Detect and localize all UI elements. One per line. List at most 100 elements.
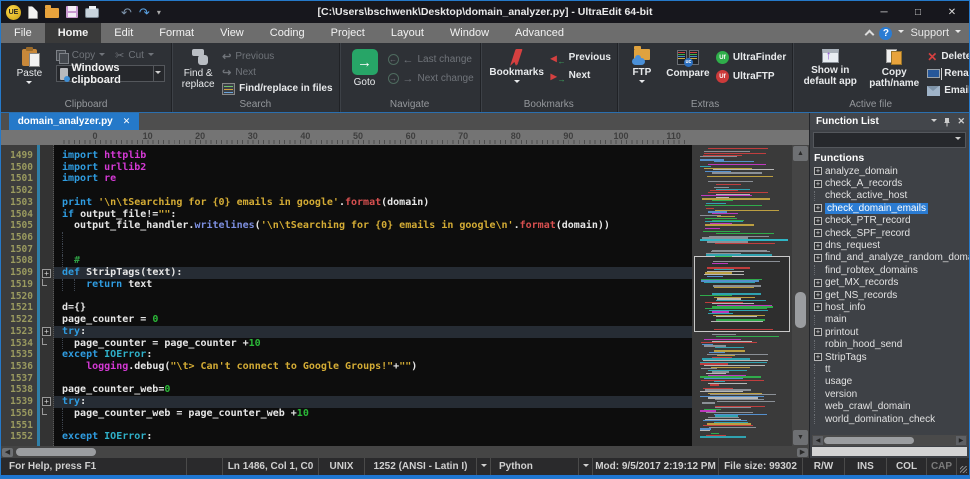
close-button[interactable]: ✕: [935, 1, 969, 23]
find-in-files-button[interactable]: Find/replace in files: [222, 82, 333, 95]
code-editor[interactable]: 1499 1500 1501 1502 1503 1504 1505 1506 1507 1508…: [1, 145, 809, 446]
function-item-dns_request[interactable]: + dns_request: [814, 239, 969, 251]
code-line[interactable]: d={}: [54, 302, 692, 314]
find-replace-button[interactable]: Find & replace: [178, 47, 218, 90]
function-item-main[interactable]: main: [814, 314, 969, 326]
code-line[interactable]: import urllib2: [54, 162, 692, 174]
redo-icon[interactable]: ↷: [139, 6, 150, 19]
open-file-icon[interactable]: [45, 5, 59, 18]
menu-layout[interactable]: Layout: [378, 23, 437, 43]
bookmark-next-button[interactable]: ▸ → Next: [551, 69, 611, 84]
menu-view[interactable]: View: [207, 23, 257, 43]
expand-icon[interactable]: +: [814, 167, 822, 176]
function-item-StripTags[interactable]: + StripTags: [814, 351, 969, 363]
customize-toolbar-icon[interactable]: ▾: [157, 8, 161, 17]
code-line[interactable]: except IOError:: [54, 349, 692, 361]
save-icon[interactable]: [66, 6, 78, 18]
code-text-area[interactable]: import httplib import urllib2 import re pri…: [54, 145, 692, 446]
menu-project[interactable]: Project: [318, 23, 378, 43]
function-item-check_active_host[interactable]: check_active_host: [814, 190, 969, 202]
last-change-button[interactable]: ← ← Last change: [387, 53, 474, 66]
status-dropdown-icon[interactable]: [579, 458, 593, 475]
paste-button[interactable]: Paste: [7, 47, 52, 87]
status-mod[interactable]: Mod: 9/5/2017 2:19:12 PM: [593, 458, 719, 475]
code-line[interactable]: import httplib: [54, 150, 692, 162]
status-unix[interactable]: UNIX: [319, 458, 365, 475]
bookmarks-button[interactable]: Bookmarks: [487, 47, 547, 86]
resize-grip[interactable]: [957, 458, 969, 475]
function-item-printout[interactable]: + printout: [814, 326, 969, 338]
panel-scroll-left-icon[interactable]: ◀: [813, 436, 823, 445]
fold-expand-icon[interactable]: +: [40, 267, 53, 279]
status-r/w[interactable]: R/W: [803, 458, 845, 475]
ftp-button[interactable]: FTP: [624, 46, 660, 86]
collapse-ribbon-icon[interactable]: [865, 29, 875, 40]
function-list-header[interactable]: Function List ✕: [810, 113, 969, 130]
scroll-down-icon[interactable]: ▼: [793, 430, 808, 445]
status-1252[interactable]: 1252 (ANSI - Latin I): [365, 458, 477, 475]
show-in-default-app-button[interactable]: Show in default app: [799, 47, 861, 87]
status-cap[interactable]: CAP: [927, 458, 957, 475]
function-filter-dropdown[interactable]: [813, 132, 966, 148]
function-item-world_domination_check[interactable]: world_domination_check: [814, 413, 969, 425]
function-item-check_domain_emails[interactable]: + check_domain_emails: [814, 202, 969, 214]
goto-button[interactable]: → Goto: [346, 47, 384, 88]
menu-edit[interactable]: Edit: [101, 23, 146, 43]
status-dropdown-icon[interactable]: [477, 458, 491, 475]
function-item-host_info[interactable]: + host_info: [814, 301, 969, 313]
code-line[interactable]: page_counter_web = page_counter_web +10: [54, 407, 692, 420]
menu-file[interactable]: File: [1, 23, 45, 43]
status-python[interactable]: Python: [491, 458, 579, 475]
code-line[interactable]: page_counter_web=0: [54, 384, 692, 396]
compare-button[interactable]: uc Compare: [664, 47, 712, 79]
undo-icon[interactable]: ↶: [121, 6, 132, 19]
code-line[interactable]: try:: [54, 396, 692, 408]
code-line[interactable]: #: [54, 255, 692, 268]
function-item-check_SPF_record[interactable]: + check_SPF_record: [814, 227, 969, 239]
status-ln[interactable]: Ln 1486, Col 1, C0: [223, 458, 319, 475]
maximize-button[interactable]: □: [901, 1, 935, 23]
function-item-tt[interactable]: tt: [814, 363, 969, 375]
minimap[interactable]: [692, 145, 792, 446]
expand-icon[interactable]: +: [814, 216, 822, 225]
panel-scroll-thumb[interactable]: [824, 437, 914, 444]
status-spacer[interactable]: [187, 458, 223, 475]
expand-icon[interactable]: +: [814, 278, 822, 287]
code-line[interactable]: output_file_handler.writelines('\n\tSear…: [54, 220, 692, 232]
function-item-robin_hood_send[interactable]: robin_hood_send: [814, 338, 969, 350]
status-ins[interactable]: INS: [845, 458, 887, 475]
copy-button[interactable]: Copy: [55, 49, 106, 64]
panel-menu-icon[interactable]: [931, 118, 938, 125]
expand-icon[interactable]: +: [814, 204, 822, 213]
support-dropdown-icon[interactable]: [955, 30, 961, 36]
tab-domain-analyzer[interactable]: domain_analyzer.py ✕: [9, 113, 139, 130]
windows-clipboard-dropdown[interactable]: Windows clipboard: [55, 62, 166, 86]
panel-bottom-field[interactable]: [812, 447, 967, 456]
code-line[interactable]: if output_file!="":: [54, 209, 692, 221]
vertical-scroll-thumb[interactable]: [795, 292, 806, 328]
help-dropdown-icon[interactable]: [898, 30, 905, 36]
minimize-button[interactable]: ─: [867, 1, 901, 23]
status-for[interactable]: For Help, press F1: [1, 458, 187, 475]
function-item-web_crawl_domain[interactable]: web_crawl_domain: [814, 400, 969, 412]
code-line[interactable]: print '\n\tSearching for {0} emails in g…: [54, 197, 692, 209]
new-file-icon[interactable]: [28, 5, 38, 19]
scroll-left-icon[interactable]: ◀: [2, 447, 13, 457]
pin-icon[interactable]: [943, 117, 951, 127]
find-previous-button[interactable]: ↩ Previous: [222, 50, 332, 63]
menu-home[interactable]: Home: [44, 23, 102, 43]
code-line[interactable]: [54, 243, 692, 256]
function-item-version[interactable]: version: [814, 388, 969, 400]
code-line[interactable]: page_counter = page_counter +10: [54, 337, 692, 350]
function-item-check_PTR_record[interactable]: + check_PTR_record: [814, 215, 969, 227]
expand-icon[interactable]: +: [814, 241, 822, 250]
function-item-find_robtex_domains[interactable]: find_robtex_domains: [814, 264, 969, 276]
status-col[interactable]: COL: [887, 458, 927, 475]
function-item-analyze_domain[interactable]: + analyze_domain: [814, 165, 969, 177]
menu-support[interactable]: Support: [910, 27, 949, 39]
vertical-scrollbar[interactable]: ▲ ▼: [792, 145, 809, 446]
scroll-up-icon[interactable]: ▲: [793, 146, 808, 161]
code-line[interactable]: [54, 232, 692, 244]
scroll-right-icon[interactable]: ▶: [797, 447, 808, 457]
expand-icon[interactable]: +: [814, 328, 822, 337]
